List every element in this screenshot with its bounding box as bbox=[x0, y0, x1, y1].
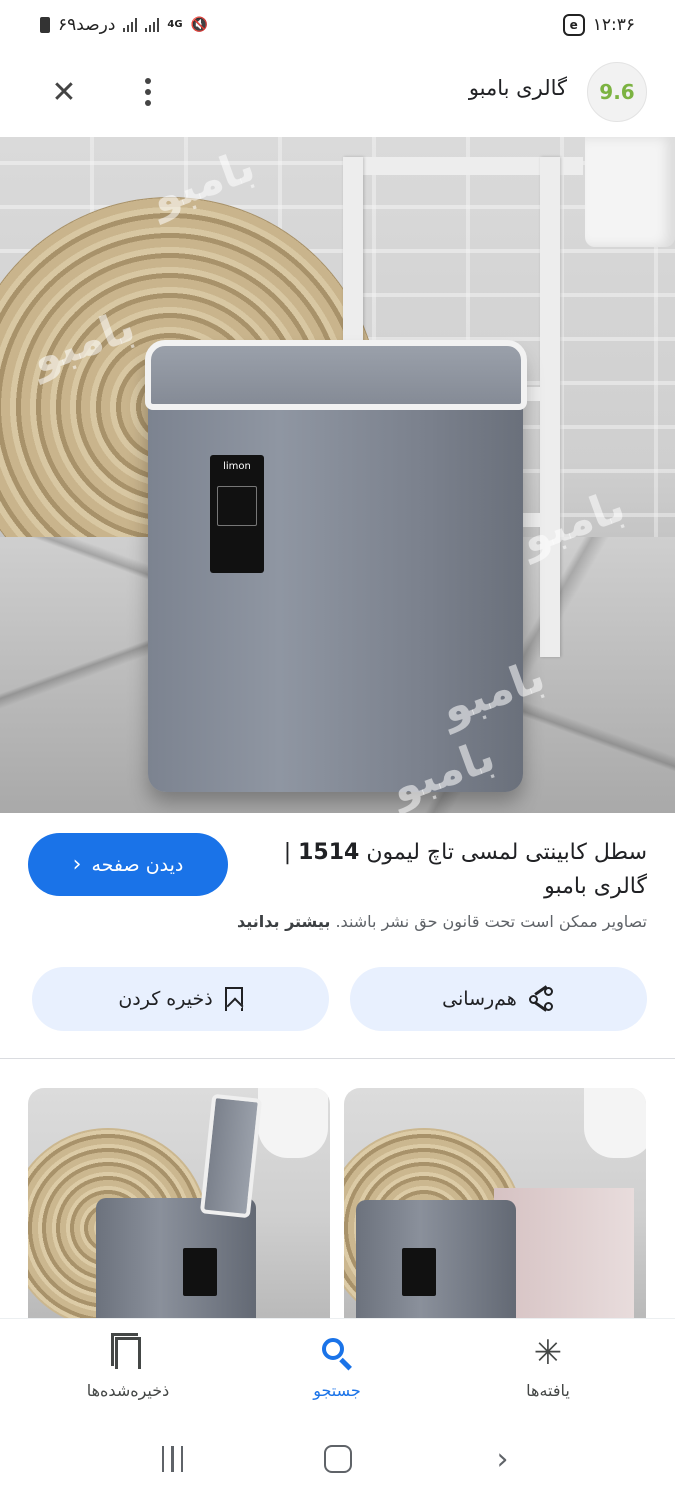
brand-text: limon bbox=[223, 461, 251, 472]
copyright-notice: تصاویر ممکن است تحت قانون حق نشر باشند. … bbox=[237, 912, 647, 931]
bookmark-icon bbox=[224, 987, 243, 1011]
related-image[interactable] bbox=[344, 1088, 646, 1320]
battery-percent: ۶۹درصد bbox=[58, 15, 116, 35]
title-text: سطل کابینتی لمسی تاچ لیمون bbox=[359, 840, 647, 865]
search-icon bbox=[320, 1333, 354, 1373]
related-image[interactable] bbox=[28, 1088, 330, 1320]
signal-icon bbox=[145, 18, 160, 32]
mute-icon: 🔇 bbox=[190, 17, 209, 33]
trash-bin bbox=[356, 1200, 516, 1320]
close-icon: ✕ bbox=[51, 74, 77, 110]
bin-brand-label bbox=[183, 1248, 217, 1296]
app-notification-icon: e bbox=[562, 14, 585, 36]
nav-saved[interactable]: ذخیره‌شده‌ها bbox=[48, 1333, 208, 1400]
dot bbox=[145, 89, 151, 95]
status-indicators: ۶۹درصد 4G 🔇 bbox=[40, 15, 208, 35]
dot bbox=[145, 100, 151, 106]
white-pot bbox=[584, 1088, 646, 1158]
dot bbox=[145, 78, 151, 84]
recent-apps-button[interactable] bbox=[143, 1429, 203, 1489]
site-logo[interactable]: 9.6 bbox=[587, 62, 647, 122]
label-artwork bbox=[217, 486, 257, 526]
section-divider bbox=[0, 1058, 675, 1059]
result-title[interactable]: سطل کابینتی لمسی تاچ لیمون 1514 | گالری … bbox=[257, 836, 647, 904]
share-button[interactable]: هم‌رسانی bbox=[350, 967, 647, 1031]
visit-label: دیدن صفحه bbox=[91, 853, 184, 876]
copyright-text: تصاویر ممکن است تحت قانون حق نشر باشند. bbox=[330, 912, 647, 931]
share-icon bbox=[528, 985, 555, 1012]
status-time-area: ۱۲:۳۶ e bbox=[562, 14, 635, 36]
share-label: هم‌رسانی bbox=[442, 988, 517, 1010]
logo-text: 9.6 bbox=[599, 80, 635, 104]
image-viewer-header: ✕ گالری بامبو 9.6 bbox=[0, 56, 675, 128]
title-model-number: 1514 bbox=[298, 840, 360, 865]
signal-icon bbox=[123, 18, 138, 32]
white-pot bbox=[258, 1088, 328, 1158]
white-pot bbox=[585, 137, 675, 247]
learn-more-link[interactable]: بیشتر بدانید bbox=[237, 912, 330, 931]
home-icon bbox=[323, 1445, 352, 1473]
back-button[interactable]: › bbox=[473, 1429, 533, 1489]
back-icon: › bbox=[496, 1441, 509, 1477]
trash-bin-lid bbox=[199, 1093, 263, 1219]
network-type: 4G bbox=[167, 19, 183, 30]
status-bar: ۶۹درصد 4G 🔇 ۱۲:۳۶ e bbox=[0, 0, 675, 50]
saved-icon bbox=[111, 1333, 141, 1373]
nav-search-label: جستجو bbox=[313, 1381, 361, 1400]
bottom-navigation: ذخیره‌شده‌ها جستجو ✳ یافته‌ها bbox=[0, 1318, 675, 1418]
recent-apps-icon bbox=[161, 1446, 184, 1472]
asterisk-icon: ✳ bbox=[533, 1333, 563, 1373]
battery-icon bbox=[40, 17, 50, 33]
save-button[interactable]: ذخیره کردن bbox=[32, 967, 329, 1031]
trash-bin-lid bbox=[145, 340, 527, 410]
nav-search[interactable]: جستجو bbox=[257, 1333, 417, 1400]
home-button[interactable] bbox=[308, 1429, 368, 1489]
bin-brand-label: limon bbox=[210, 455, 264, 573]
site-name[interactable]: گالری بامبو bbox=[469, 76, 567, 100]
nav-discover-label: یافته‌ها bbox=[526, 1381, 570, 1400]
nav-saved-label: ذخیره‌شده‌ها bbox=[86, 1381, 170, 1400]
nav-discover[interactable]: ✳ یافته‌ها bbox=[468, 1333, 628, 1400]
visit-page-button[interactable]: دیدن صفحه ‹ bbox=[28, 833, 228, 896]
product-image[interactable]: limon بامبو بامبو بامبو بامبو بامبو bbox=[0, 137, 675, 813]
chevron-left-icon: ‹ bbox=[72, 851, 82, 877]
close-button[interactable]: ✕ bbox=[38, 66, 90, 118]
system-navigation: › bbox=[0, 1418, 675, 1500]
bin-brand-label bbox=[402, 1248, 436, 1296]
save-label: ذخیره کردن bbox=[118, 988, 213, 1010]
clock: ۱۲:۳۶ bbox=[592, 15, 635, 35]
more-options-button[interactable] bbox=[122, 66, 174, 118]
